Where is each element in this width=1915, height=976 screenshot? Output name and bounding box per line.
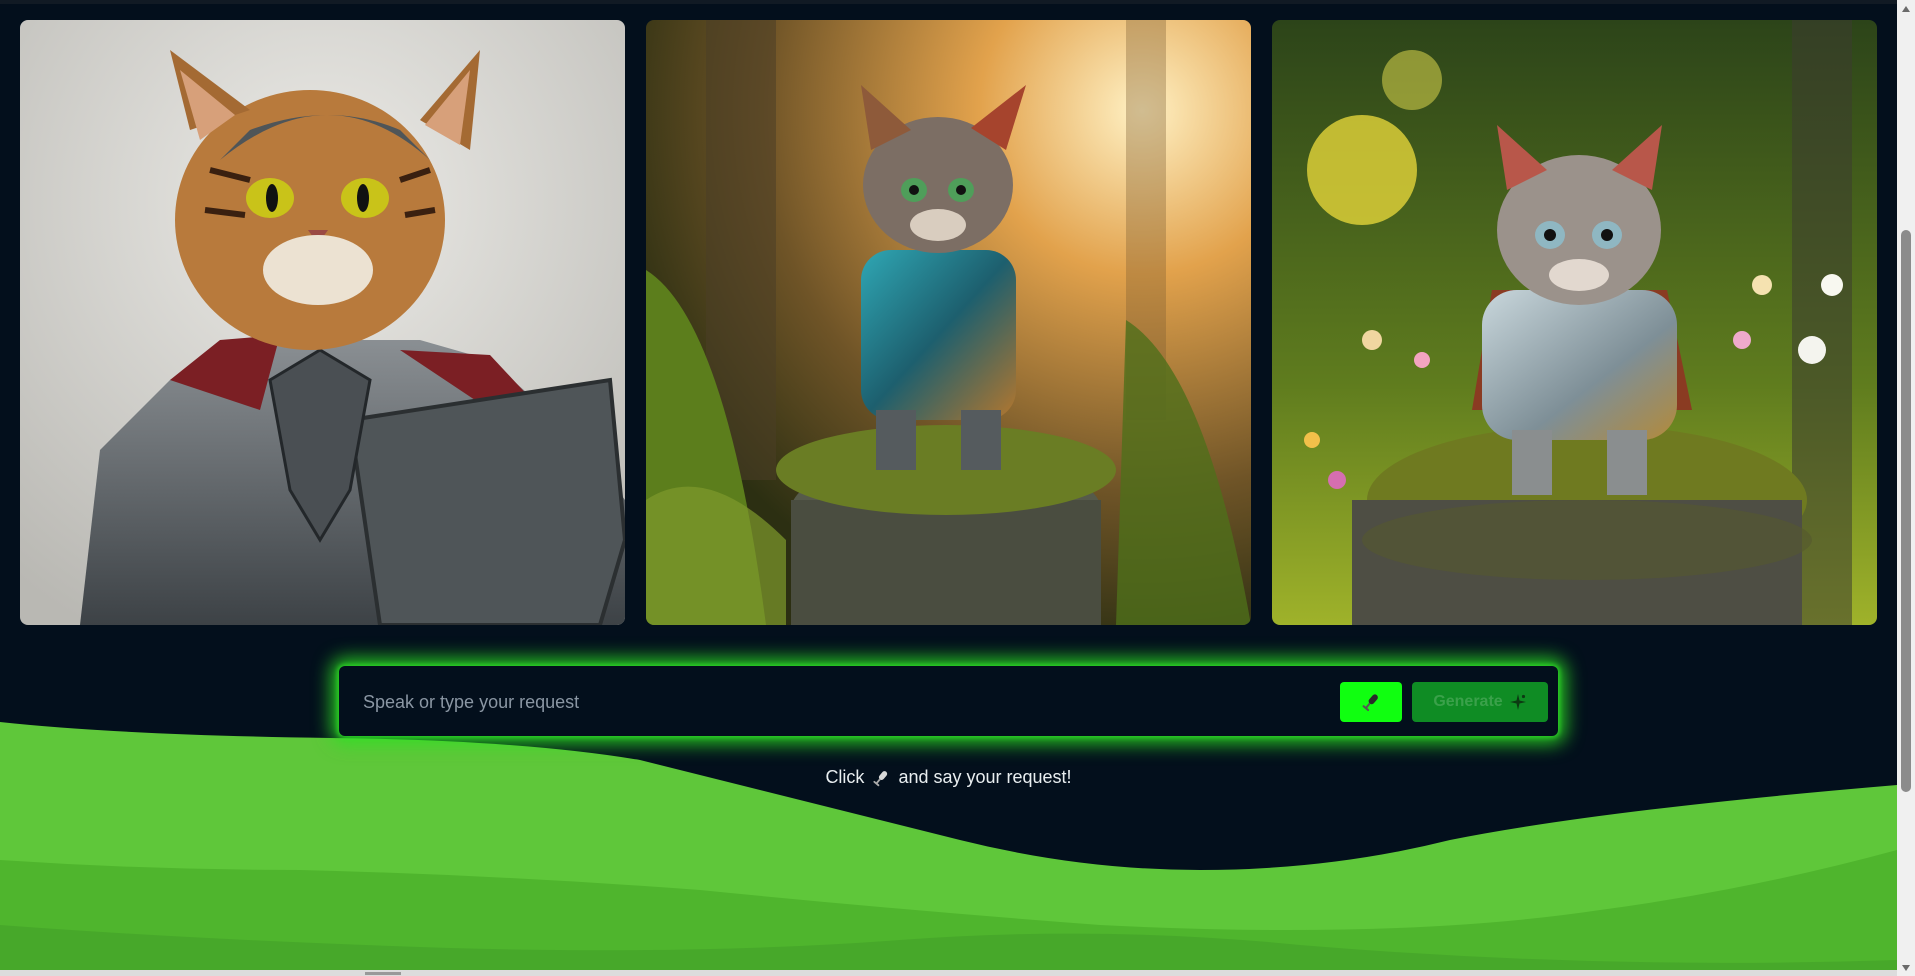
horizontal-scrollbar[interactable] (0, 970, 1897, 976)
gallery-image-2[interactable] (646, 20, 1251, 625)
hint-prefix: Click (825, 767, 865, 787)
gallery-image-3[interactable] (1272, 20, 1877, 625)
horizontal-scrollbar-thumb[interactable] (365, 972, 401, 975)
generate-button[interactable]: Generate (1412, 682, 1548, 722)
prompt-bar: Generate (339, 666, 1558, 736)
knight-kitten-forest-image (646, 20, 1251, 625)
background-waves (0, 722, 1897, 976)
vertical-scrollbar[interactable] (1897, 0, 1915, 976)
scroll-up-arrow-icon[interactable] (1897, 0, 1915, 17)
image-gallery (20, 20, 1877, 625)
page: Generate Click and say your request! (0, 0, 1897, 976)
request-input[interactable] (351, 678, 1365, 726)
hint-suffix: and say your request! (898, 767, 1072, 787)
microphone-icon (872, 769, 890, 787)
generate-label: Generate (1433, 693, 1503, 710)
knight-kitten-flowers-image (1272, 20, 1877, 625)
scroll-down-arrow-icon[interactable] (1897, 959, 1915, 976)
voice-hint: Click and say your request! (0, 767, 1897, 788)
microphone-icon (1362, 694, 1378, 712)
vertical-scrollbar-thumb[interactable] (1901, 230, 1911, 792)
top-strip (0, 0, 1897, 4)
gallery-image-1[interactable] (20, 20, 625, 625)
sparkle-icon (1509, 694, 1526, 710)
knight-cat-portrait-image (20, 20, 625, 625)
microphone-button[interactable] (1340, 682, 1402, 722)
